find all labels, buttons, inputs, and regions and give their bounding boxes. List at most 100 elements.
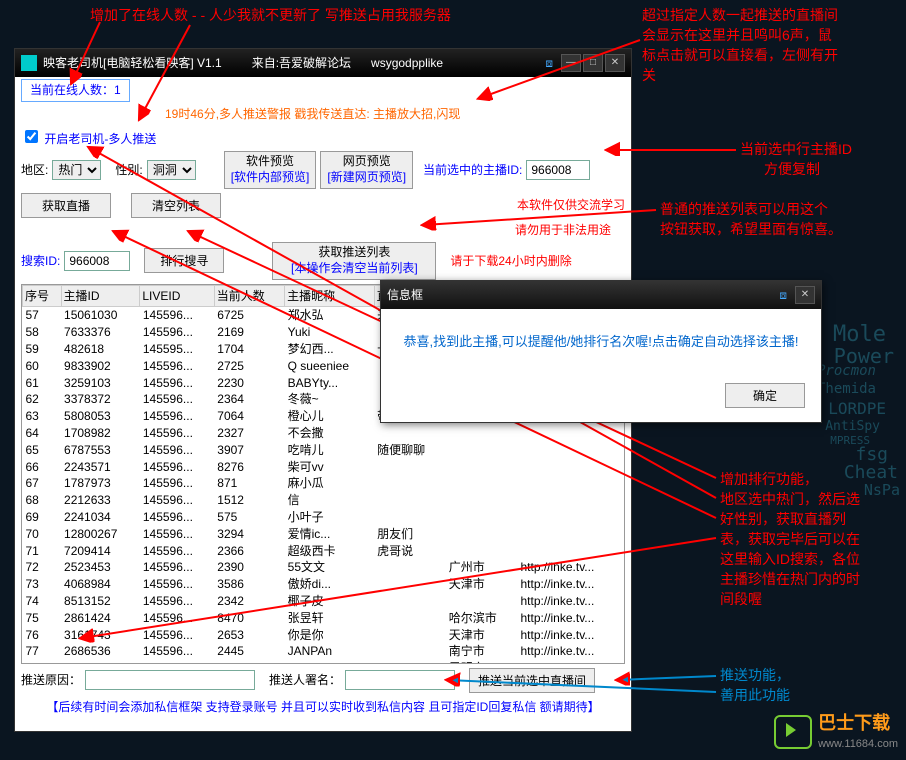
push-signer-input[interactable] — [345, 670, 455, 690]
table-cell: 2653 — [214, 627, 284, 644]
table-cell: 广州市 — [446, 559, 518, 576]
table-cell — [518, 425, 624, 442]
table-header[interactable]: 当前人数 — [214, 285, 284, 307]
search-id-input[interactable] — [64, 251, 130, 271]
table-cell — [446, 492, 518, 509]
bg-word: NsPa — [864, 480, 900, 501]
table-header[interactable]: 主播昵称 — [285, 285, 374, 307]
table-row[interactable]: 7012800267145596...3294爱情ic...朋友们 — [23, 526, 624, 543]
app-icon — [21, 55, 37, 71]
table-row[interactable]: 671787973145596...871麻小瓜 — [23, 475, 624, 492]
table-cell: 3907 — [214, 442, 284, 459]
table-row[interactable]: 662243571145596...8276柴可vv — [23, 459, 624, 476]
table-cell: 78 — [23, 660, 62, 663]
enable-push-checkbox[interactable]: 开启老司机-多人推送 — [21, 127, 156, 148]
table-row[interactable]: 717209414145596...2366超级西卡虎哥说 — [23, 543, 624, 560]
annotation-rank-2: 地区选中热门，然后选 — [720, 490, 860, 510]
annotation-top-right-2: 会显示在这里并且鸣叫6声，鼠 — [642, 26, 832, 46]
current-anchor-id-input[interactable] — [526, 160, 590, 180]
table-row[interactable]: 763161743145596...2653你是你天津市http://inke.… — [23, 627, 624, 644]
bottom-link: 【后续有时间会添加私信框架 支持登录账号 并且可以实时收到私信内容 且可指定ID… — [15, 695, 631, 720]
table-cell: 天津市 — [446, 627, 518, 644]
table-row[interactable]: 656787553145596...3907吃啃儿随便聊聊 — [23, 442, 624, 459]
annotation-push-1: 推送功能， — [720, 666, 790, 686]
dialog-ok-button[interactable]: 确定 — [725, 383, 805, 408]
soft-preview-button[interactable]: 软件预览 [软件内部预览] — [224, 151, 317, 188]
table-header[interactable]: 主播ID — [61, 285, 140, 307]
table-row[interactable]: 734068984145596...3586傲娇di...天津市http://i… — [23, 576, 624, 593]
table-header[interactable]: LIVEID — [140, 285, 214, 307]
pin-icon[interactable]: ⧈ — [545, 55, 553, 72]
pin-icon[interactable]: ⧈ — [779, 287, 787, 304]
region-select[interactable]: 热门 — [52, 160, 101, 180]
table-header[interactable]: 序号 — [23, 285, 62, 307]
minimize-button[interactable]: — — [561, 54, 581, 72]
dialog-title: 信息框 — [387, 287, 423, 304]
get-push-list-button[interactable]: 获取推送列表 [本操作会清空当前列表] — [272, 242, 436, 279]
table-cell: 145596... — [140, 610, 214, 627]
table-cell: 63 — [23, 408, 62, 425]
table-cell: 68 — [23, 492, 62, 509]
table-cell: 73 — [23, 576, 62, 593]
table-cell — [374, 425, 446, 442]
titlebar[interactable]: 映客老司机[电脑轻松看映客] V1.1 来自:吾爱破解论坛 wsygodppli… — [15, 49, 631, 77]
table-cell: 145596... — [140, 559, 214, 576]
table-cell: 58 — [23, 324, 62, 341]
table-cell — [374, 492, 446, 509]
table-row[interactable]: 772686536145596...2445JANPAn南宁市http://in… — [23, 643, 624, 660]
table-cell: 8470 — [214, 610, 284, 627]
gender-select[interactable]: 洞洞 — [147, 160, 196, 180]
table-cell: 2725 — [214, 358, 284, 375]
push-reason-input[interactable] — [85, 670, 255, 690]
table-cell: 15061030 — [61, 307, 140, 324]
table-row[interactable]: 682212633145596...1512信 — [23, 492, 624, 509]
table-cell — [518, 526, 624, 543]
table-cell: 145596... — [140, 627, 214, 644]
push-notice[interactable]: 19时46分,多人推送警报 戳我传送直达: 主播放大招,闪现 — [165, 106, 460, 123]
table-cell: 8513152 — [61, 593, 140, 610]
rank-search-button[interactable]: 排行搜寻 — [144, 248, 224, 273]
table-cell: 3378372 — [61, 391, 140, 408]
table-cell: 8276 — [214, 459, 284, 476]
clear-list-button[interactable]: 清空列表 — [131, 193, 221, 218]
get-live-button[interactable]: 获取直播 — [21, 193, 111, 218]
table-cell: 梦幻西... — [285, 341, 374, 358]
table-cell: 145596... — [140, 660, 214, 663]
close-button[interactable]: ✕ — [605, 54, 625, 72]
table-row[interactable]: 78463040145596...2559H...昆明市http://inke.… — [23, 660, 624, 663]
table-cell: 482618 — [61, 341, 140, 358]
brand-logo-icon — [774, 715, 812, 749]
maximize-button[interactable]: □ — [583, 54, 603, 72]
table-row[interactable]: 722523453145596...239055文文广州市http://inke… — [23, 559, 624, 576]
table-cell: JANPAn — [285, 643, 374, 660]
table-cell: BABYty... — [285, 375, 374, 392]
table-cell: 76 — [23, 627, 62, 644]
table-cell — [446, 593, 518, 610]
table-cell — [518, 509, 624, 526]
dialog-close-button[interactable]: ✕ — [795, 286, 815, 304]
table-cell: 145596... — [140, 375, 214, 392]
table-cell — [374, 610, 446, 627]
table-cell: 张昱轩 — [285, 610, 374, 627]
table-cell — [518, 543, 624, 560]
table-cell: 145595... — [140, 341, 214, 358]
table-cell: 1704 — [214, 341, 284, 358]
table-cell: 145596... — [140, 492, 214, 509]
table-cell: 虎哥说 — [374, 543, 446, 560]
table-row[interactable]: 692241034145596...575小叶子 — [23, 509, 624, 526]
table-cell: 2390 — [214, 559, 284, 576]
push-current-button[interactable]: 推送当前选中直播间 — [469, 668, 595, 693]
table-row[interactable]: 748513152145596...2342椰子皮http://inke.tv.… — [23, 593, 624, 610]
window-from: 来自:吾爱破解论坛 — [252, 55, 351, 72]
table-row[interactable]: 752861424145596...8470张昱轩哈尔滨市http://inke… — [23, 610, 624, 627]
brand-url: www.11684.com — [818, 737, 898, 752]
web-preview-button[interactable]: 网页预览 [新建网页预览] — [320, 151, 413, 188]
table-row[interactable]: 641708982145596...2327不会撒 — [23, 425, 624, 442]
table-cell: 77 — [23, 643, 62, 660]
table-cell: 145596... — [140, 307, 214, 324]
table-cell: http://inke.tv... — [518, 559, 624, 576]
table-cell: http://inke.tv... — [518, 660, 624, 663]
table-cell: 463040 — [61, 660, 140, 663]
brand-name: 巴士下载 — [818, 711, 898, 736]
annotation-anchor-id-2: 方便复制 — [764, 160, 820, 180]
